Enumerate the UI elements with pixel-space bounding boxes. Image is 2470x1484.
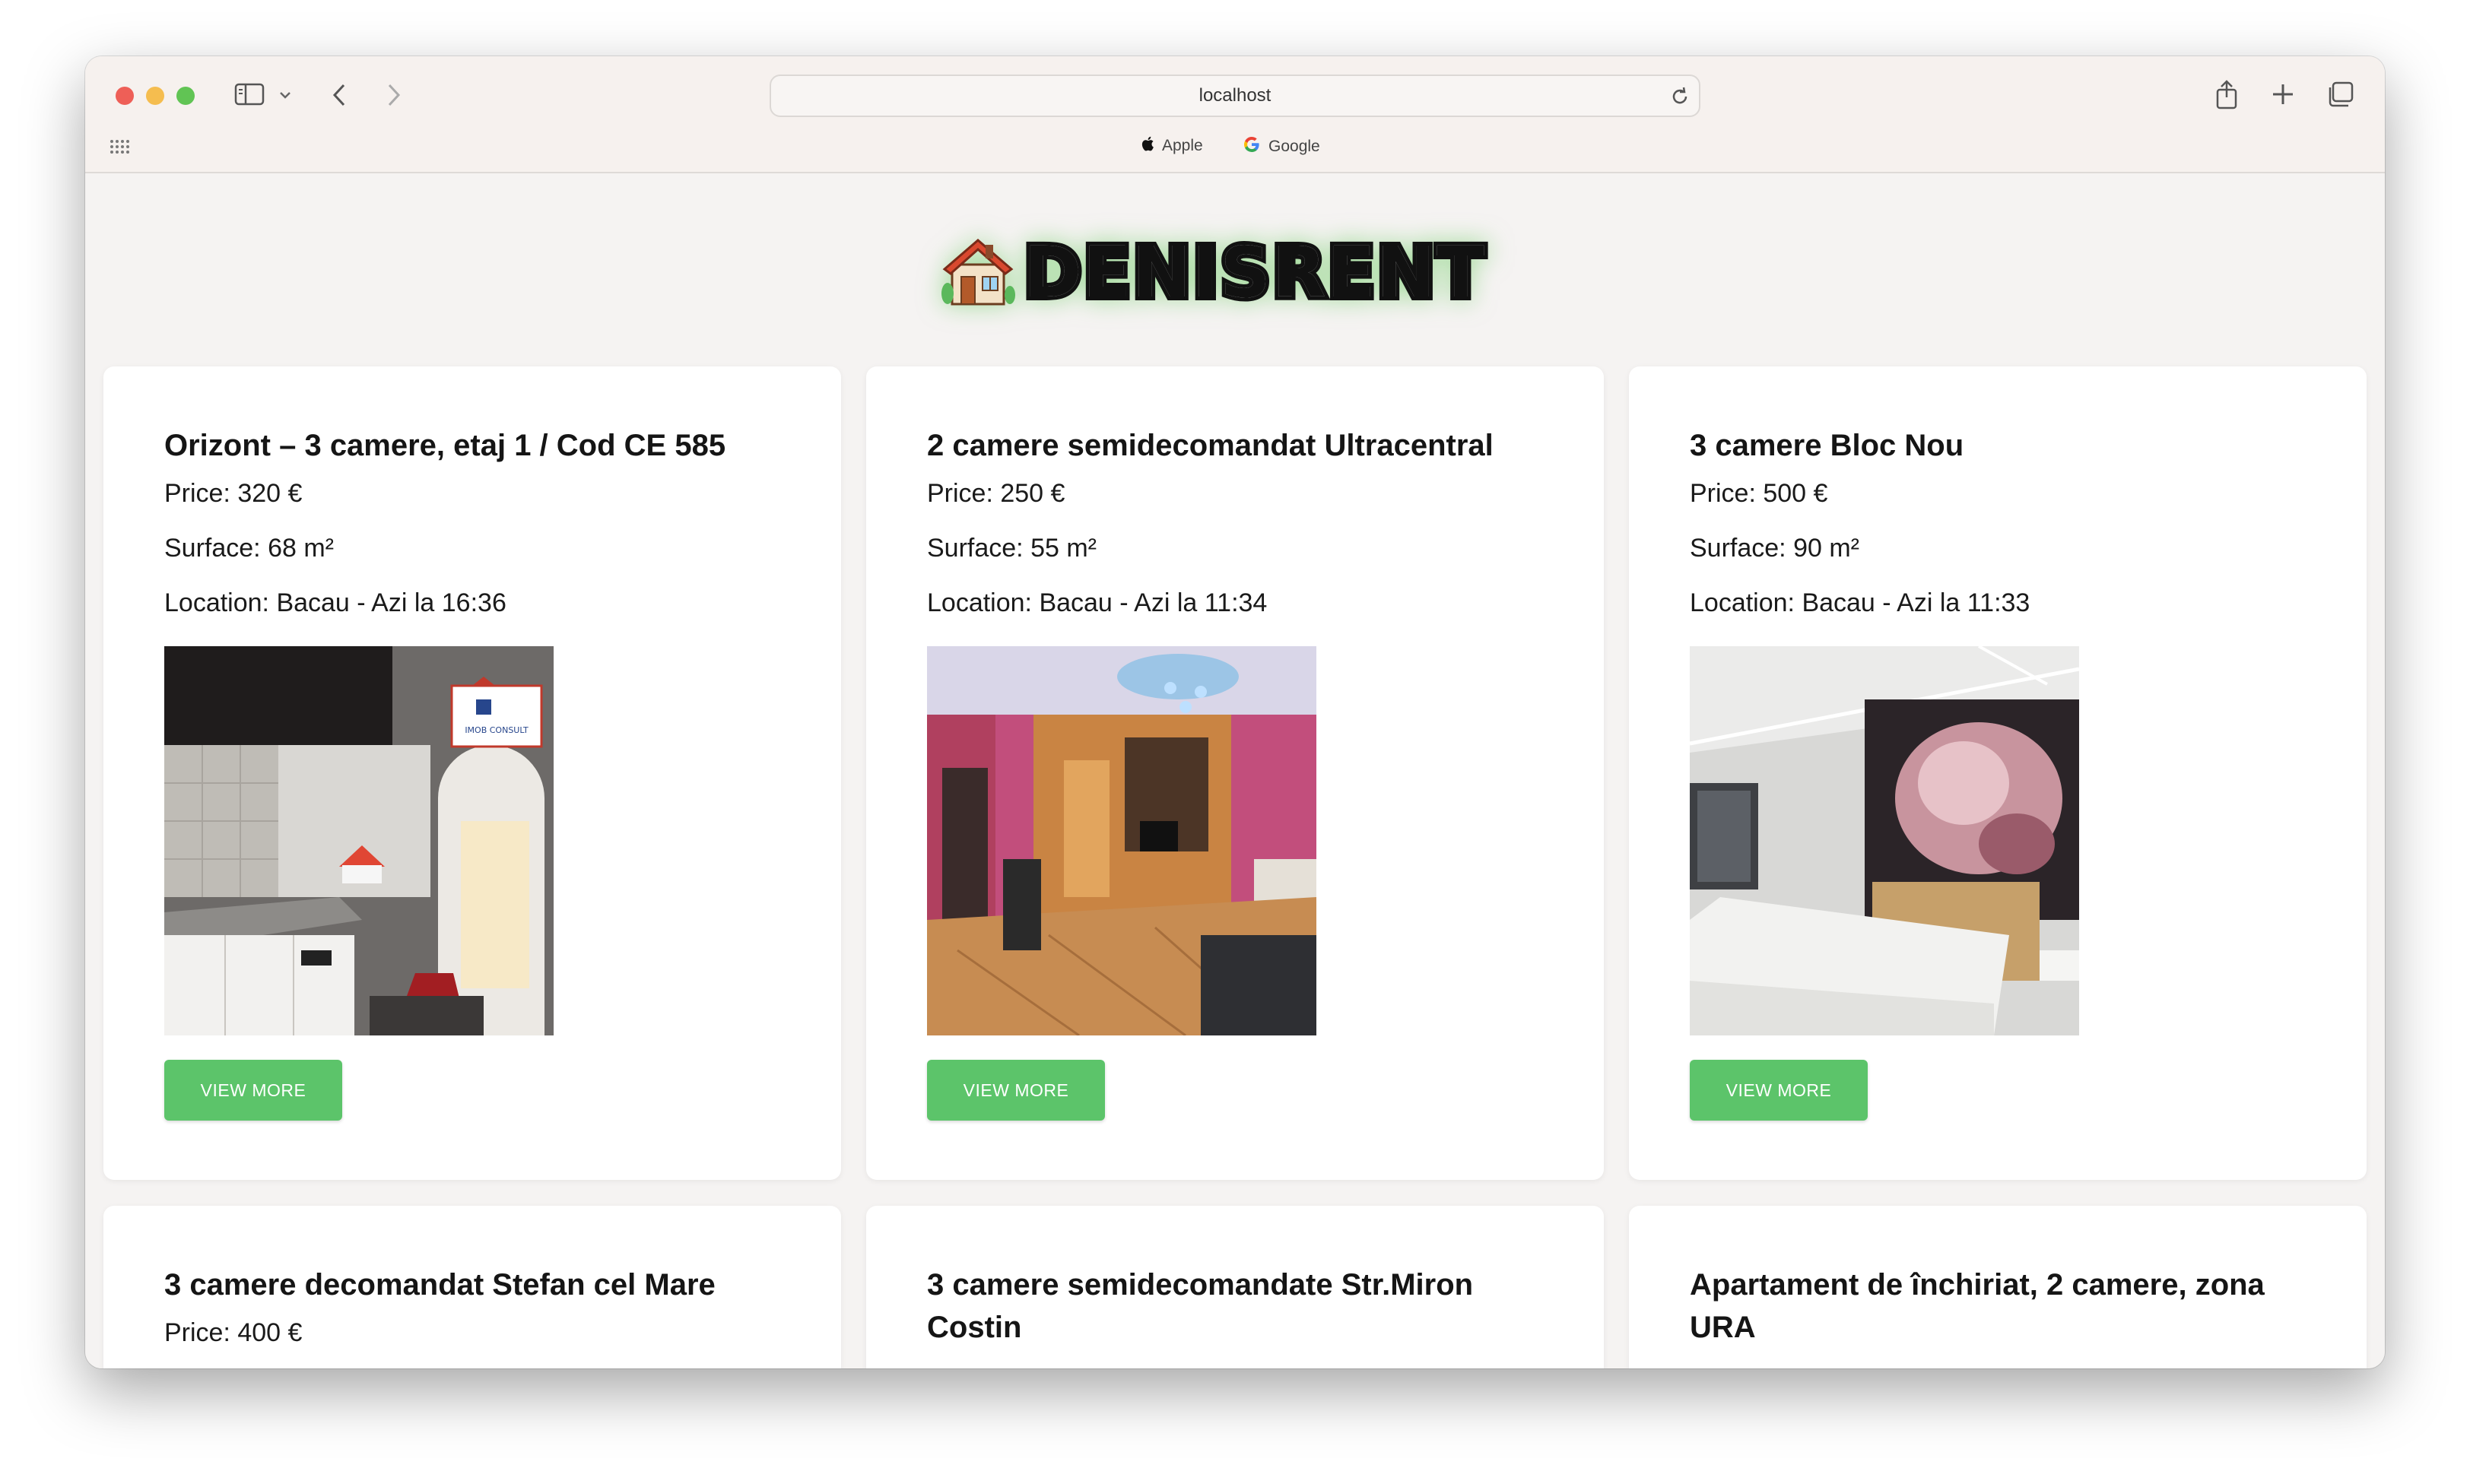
listing-surface: Surface: 55 m² <box>927 534 1097 563</box>
favorites-bar: Apple Google <box>85 135 2385 161</box>
house-icon <box>940 233 1016 312</box>
forward-arrow-icon[interactable] <box>383 82 403 108</box>
listing-price: Price: 500 € <box>1690 479 1828 508</box>
chevron-down-icon[interactable] <box>278 90 292 100</box>
favorite-google[interactable]: Google <box>1243 135 1320 158</box>
listing-card: 3 camere Bloc Nou Price: 500 € Surface: … <box>1629 366 2367 1180</box>
listing-card: 3 camere decomandat Stefan cel Mare Pric… <box>103 1206 841 1368</box>
grid-apps-icon[interactable] <box>110 138 129 155</box>
listing-card: Orizont – 3 camere, etaj 1 / Cod CE 585 … <box>103 366 841 1180</box>
listing-title: 3 camere Bloc Nou <box>1690 429 1964 462</box>
site-name: DENISRENT <box>1020 228 1488 317</box>
listing-location: Location: Bacau - Azi la 11:33 <box>1690 588 2030 617</box>
view-more-button[interactable]: VIEW MORE <box>1690 1060 1868 1121</box>
listing-surface: Surface: 90 m² <box>1690 534 1859 563</box>
listing-card: 3 camere semidecomandate Str.Miron Costi… <box>866 1206 1604 1368</box>
close-window-button[interactable] <box>116 87 134 105</box>
listing-location: Location: Bacau - Azi la 11:34 <box>927 588 1268 617</box>
google-icon <box>1243 135 1261 158</box>
reload-icon[interactable] <box>1668 85 1691 112</box>
site-logo[interactable]: DENISRENT <box>940 227 1488 318</box>
browser-window: localhost Apple Google DENISRENT Orizont… <box>85 56 2385 1368</box>
view-more-button[interactable]: VIEW MORE <box>164 1060 342 1121</box>
new-tab-icon[interactable] <box>2271 82 2295 106</box>
listing-title: 2 camere semidecomandat Ultracentral <box>927 429 1494 462</box>
listing-photo[interactable] <box>927 646 1316 1035</box>
listing-title: 3 camere decomandat Stefan cel Mare <box>164 1268 716 1302</box>
tab-overview-icon[interactable] <box>2326 81 2354 108</box>
image-badge-text: IMOB CONSULT <box>465 725 529 735</box>
view-more-button[interactable]: VIEW MORE <box>927 1060 1105 1121</box>
listing-price: Price: 320 € <box>164 479 303 508</box>
back-arrow-icon[interactable] <box>330 82 350 108</box>
minimize-window-button[interactable] <box>146 87 164 105</box>
listing-surface: Surface: 68 m² <box>164 534 334 563</box>
listing-photo[interactable] <box>1690 646 2079 1035</box>
favorite-label: Google <box>1268 138 1320 155</box>
address-bar[interactable]: localhost <box>770 75 1700 117</box>
listing-price: Price: 400 € <box>164 1318 303 1347</box>
listing-photo[interactable]: IMOB CONSULT <box>164 646 554 1035</box>
listing-title: 3 camere semidecomandate Str.Miron Costi… <box>927 1268 1474 1344</box>
favorite-label: Apple <box>1162 137 1203 154</box>
listing-location: Location: Bacau - Azi la 16:36 <box>164 588 506 617</box>
listing-card: 2 camere semidecomandat Ultracentral Pri… <box>866 366 1604 1180</box>
favorite-apple[interactable]: Apple <box>1141 135 1203 157</box>
listing-title: Apartament de închiriat, 2 camere, zona … <box>1690 1268 2265 1344</box>
maximize-window-button[interactable] <box>176 87 195 105</box>
listing-card: Apartament de închiriat, 2 camere, zona … <box>1629 1206 2367 1368</box>
listing-title: Orizont – 3 camere, etaj 1 / Cod CE 585 <box>164 429 726 462</box>
browser-toolbar: localhost Apple Google <box>85 56 2385 173</box>
url-text: localhost <box>1198 85 1272 106</box>
apple-icon <box>1141 135 1154 157</box>
share-icon[interactable] <box>2214 79 2239 109</box>
page-content: DENISRENT Orizont – 3 camere, etaj 1 / C… <box>85 173 2385 1368</box>
listing-price: Price: 250 € <box>927 479 1065 508</box>
sidebar-toggle-icon[interactable] <box>234 82 265 106</box>
